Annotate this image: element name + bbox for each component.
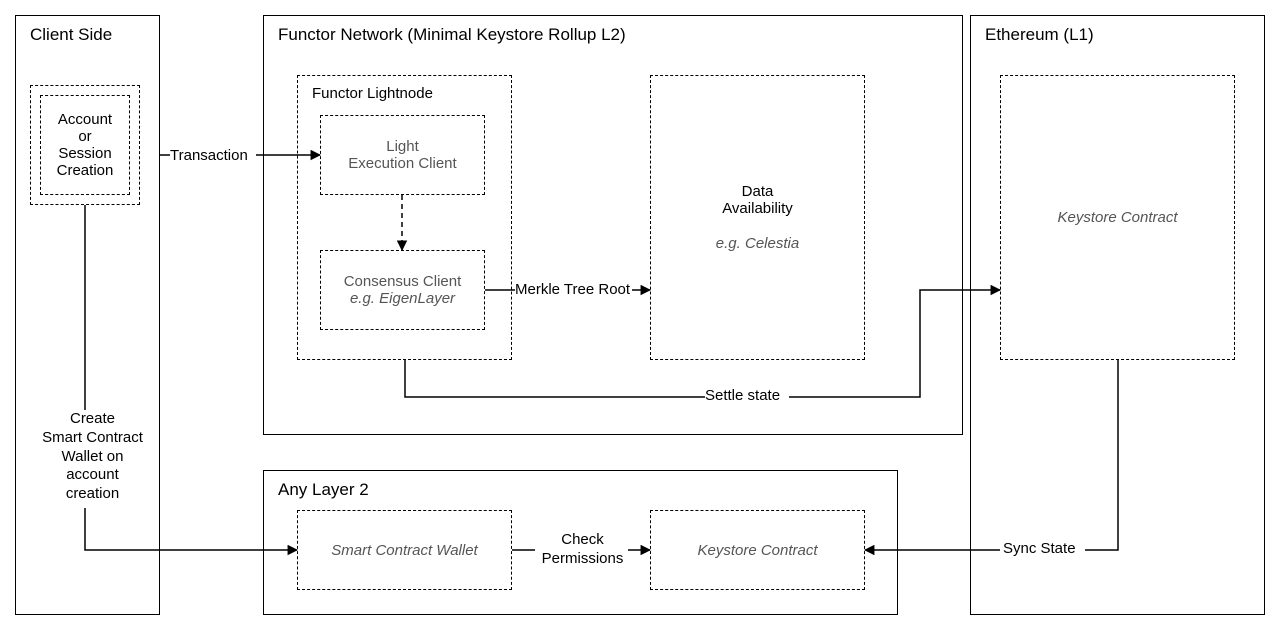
light-execution-client-l1: Light [386, 138, 419, 155]
account-creation-line2: or [78, 128, 91, 145]
scw-label: Smart Contract Wallet [331, 542, 477, 559]
l2-keystore-label: Keystore Contract [697, 542, 817, 559]
create-scw-l1: Create [35, 410, 150, 429]
ethereum-keystore-label: Keystore Contract [1057, 209, 1177, 226]
account-creation-line1: Account [58, 111, 112, 128]
data-availability-example: e.g. Celestia [716, 235, 799, 252]
light-execution-client-l2: Execution Client [348, 155, 456, 172]
functor-lightnode-title: Functor Lightnode [312, 85, 433, 104]
scw-box: Smart Contract Wallet [297, 510, 512, 590]
ethereum-keystore-box: Keystore Contract [1000, 75, 1235, 360]
settle-state-label: Settle state [705, 387, 780, 406]
account-creation-line4: Creation [57, 162, 114, 179]
any-layer-2-title: Any Layer 2 [278, 480, 369, 500]
consensus-client-l1: Consensus Client [344, 273, 462, 290]
data-availability-box: Data Availability e.g. Celestia [650, 75, 865, 360]
light-execution-client-box: Light Execution Client [320, 115, 485, 195]
check-permissions-l2: Permissions [535, 550, 630, 569]
account-creation-box: Account or Session Creation [40, 95, 130, 195]
create-scw-l3: Wallet on [35, 448, 150, 467]
data-availability-l2: Availability [722, 200, 793, 217]
merkle-root-label: Merkle Tree Root [515, 281, 630, 300]
create-scw-label: Create Smart Contract Wallet on account … [35, 410, 150, 504]
account-creation-line3: Session [58, 145, 111, 162]
l2-keystore-box: Keystore Contract [650, 510, 865, 590]
ethereum-title: Ethereum (L1) [985, 25, 1094, 45]
consensus-client-l2: e.g. EigenLayer [350, 290, 455, 307]
sync-state-label: Sync State [1003, 540, 1076, 559]
create-scw-l4: account [35, 466, 150, 485]
data-availability-l1: Data [742, 183, 774, 200]
functor-network-title: Functor Network (Minimal Keystore Rollup… [278, 25, 626, 45]
create-scw-l5: creation [35, 485, 150, 504]
check-permissions-l1: Check [535, 531, 630, 550]
transaction-label: Transaction [170, 147, 248, 166]
diagram-canvas: Client Side Account or Session Creation … [0, 0, 1280, 631]
check-permissions-label: Check Permissions [535, 531, 630, 569]
client-side-title: Client Side [30, 25, 112, 45]
consensus-client-box: Consensus Client e.g. EigenLayer [320, 250, 485, 330]
create-scw-l2: Smart Contract [35, 429, 150, 448]
